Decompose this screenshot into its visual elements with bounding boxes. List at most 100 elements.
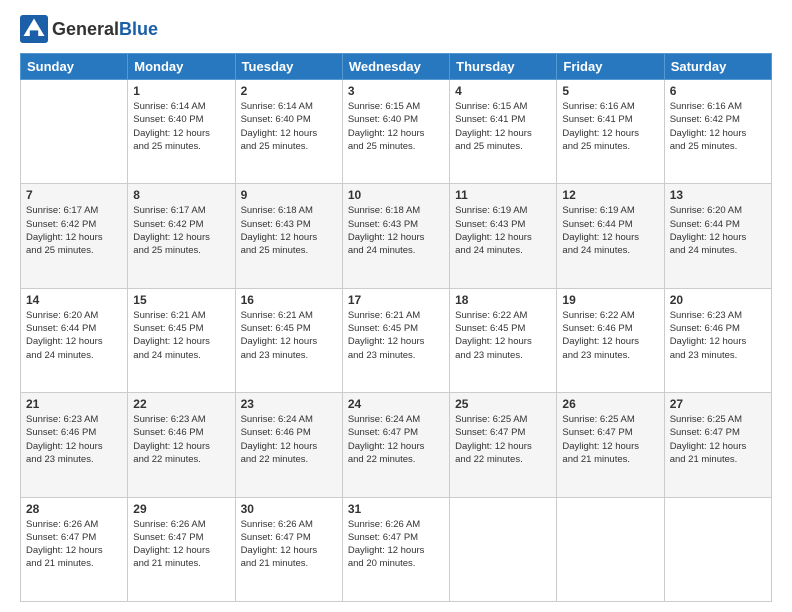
day-number: 22 <box>133 397 229 411</box>
calendar-cell: 16 Sunrise: 6:21 AM Sunset: 6:45 PM Dayli… <box>235 288 342 392</box>
calendar-cell: 29 Sunrise: 6:26 AM Sunset: 6:47 PM Dayli… <box>128 497 235 601</box>
week-row-3: 21 Sunrise: 6:23 AM Sunset: 6:46 PM Dayli… <box>21 393 772 497</box>
day-info: Sunrise: 6:23 AM Sunset: 6:46 PM Dayligh… <box>26 413 122 466</box>
day-info: Sunrise: 6:26 AM Sunset: 6:47 PM Dayligh… <box>241 518 337 571</box>
day-info: Sunrise: 6:26 AM Sunset: 6:47 PM Dayligh… <box>348 518 444 571</box>
header-day-wednesday: Wednesday <box>342 54 449 80</box>
logo: GeneralBlue <box>20 15 158 43</box>
calendar-cell: 30 Sunrise: 6:26 AM Sunset: 6:47 PM Dayli… <box>235 497 342 601</box>
day-number: 11 <box>455 188 551 202</box>
header-day-saturday: Saturday <box>664 54 771 80</box>
day-number: 9 <box>241 188 337 202</box>
week-row-4: 28 Sunrise: 6:26 AM Sunset: 6:47 PM Dayli… <box>21 497 772 601</box>
day-number: 13 <box>670 188 766 202</box>
calendar-cell: 27 Sunrise: 6:25 AM Sunset: 6:47 PM Dayli… <box>664 393 771 497</box>
day-number: 24 <box>348 397 444 411</box>
day-number: 2 <box>241 84 337 98</box>
calendar-cell: 24 Sunrise: 6:24 AM Sunset: 6:47 PM Dayli… <box>342 393 449 497</box>
page: GeneralBlue SundayMondayTuesdayWednesday… <box>0 0 792 612</box>
day-info: Sunrise: 6:14 AM Sunset: 6:40 PM Dayligh… <box>133 100 229 153</box>
day-info: Sunrise: 6:20 AM Sunset: 6:44 PM Dayligh… <box>670 204 766 257</box>
header-day-thursday: Thursday <box>450 54 557 80</box>
day-info: Sunrise: 6:19 AM Sunset: 6:44 PM Dayligh… <box>562 204 658 257</box>
day-info: Sunrise: 6:26 AM Sunset: 6:47 PM Dayligh… <box>26 518 122 571</box>
calendar-cell: 1 Sunrise: 6:14 AM Sunset: 6:40 PM Daylig… <box>128 80 235 184</box>
day-info: Sunrise: 6:17 AM Sunset: 6:42 PM Dayligh… <box>26 204 122 257</box>
day-number: 29 <box>133 502 229 516</box>
day-info: Sunrise: 6:15 AM Sunset: 6:41 PM Dayligh… <box>455 100 551 153</box>
day-number: 27 <box>670 397 766 411</box>
day-info: Sunrise: 6:16 AM Sunset: 6:41 PM Dayligh… <box>562 100 658 153</box>
calendar-cell: 10Sunrise: 6:18 AM Sunset: 6:43 PM Dayli… <box>342 184 449 288</box>
day-info: Sunrise: 6:20 AM Sunset: 6:44 PM Dayligh… <box>26 309 122 362</box>
day-info: Sunrise: 6:18 AM Sunset: 6:43 PM Dayligh… <box>348 204 444 257</box>
calendar-cell: 6 Sunrise: 6:16 AM Sunset: 6:42 PM Daylig… <box>664 80 771 184</box>
day-number: 5 <box>562 84 658 98</box>
calendar-cell: 19 Sunrise: 6:22 AM Sunset: 6:46 PM Dayli… <box>557 288 664 392</box>
calendar-cell: 5 Sunrise: 6:16 AM Sunset: 6:41 PM Daylig… <box>557 80 664 184</box>
day-number: 20 <box>670 293 766 307</box>
calendar-cell: 4 Sunrise: 6:15 AM Sunset: 6:41 PM Daylig… <box>450 80 557 184</box>
day-number: 15 <box>133 293 229 307</box>
calendar-cell: 26 Sunrise: 6:25 AM Sunset: 6:47 PM Dayli… <box>557 393 664 497</box>
calendar-body: 1 Sunrise: 6:14 AM Sunset: 6:40 PM Daylig… <box>21 80 772 602</box>
calendar-cell: 8 Sunrise: 6:17 AM Sunset: 6:42 PM Daylig… <box>128 184 235 288</box>
day-number: 8 <box>133 188 229 202</box>
calendar-cell: 9Sunrise: 6:18 AM Sunset: 6:43 PM Daylig… <box>235 184 342 288</box>
day-info: Sunrise: 6:14 AM Sunset: 6:40 PM Dayligh… <box>241 100 337 153</box>
day-info: Sunrise: 6:25 AM Sunset: 6:47 PM Dayligh… <box>455 413 551 466</box>
header-row: SundayMondayTuesdayWednesdayThursdayFrid… <box>21 54 772 80</box>
calendar-cell: 13 Sunrise: 6:20 AM Sunset: 6:44 PM Dayli… <box>664 184 771 288</box>
calendar-cell: 23Sunrise: 6:24 AM Sunset: 6:46 PM Dayli… <box>235 393 342 497</box>
day-info: Sunrise: 6:21 AM Sunset: 6:45 PM Dayligh… <box>348 309 444 362</box>
calendar-cell: 11Sunrise: 6:19 AM Sunset: 6:43 PM Dayli… <box>450 184 557 288</box>
day-number: 4 <box>455 84 551 98</box>
header-day-tuesday: Tuesday <box>235 54 342 80</box>
calendar-cell: 12Sunrise: 6:19 AM Sunset: 6:44 PM Dayli… <box>557 184 664 288</box>
day-number: 3 <box>348 84 444 98</box>
calendar: SundayMondayTuesdayWednesdayThursdayFrid… <box>20 53 772 602</box>
day-info: Sunrise: 6:26 AM Sunset: 6:47 PM Dayligh… <box>133 518 229 571</box>
header: GeneralBlue <box>20 15 772 43</box>
day-number: 16 <box>241 293 337 307</box>
day-info: Sunrise: 6:16 AM Sunset: 6:42 PM Dayligh… <box>670 100 766 153</box>
day-info: Sunrise: 6:24 AM Sunset: 6:47 PM Dayligh… <box>348 413 444 466</box>
calendar-cell <box>557 497 664 601</box>
logo-general: GeneralBlue <box>52 19 158 40</box>
calendar-cell: 15 Sunrise: 6:21 AM Sunset: 6:45 PM Dayli… <box>128 288 235 392</box>
day-number: 6 <box>670 84 766 98</box>
calendar-cell: 20Sunrise: 6:23 AM Sunset: 6:46 PM Dayli… <box>664 288 771 392</box>
day-info: Sunrise: 6:22 AM Sunset: 6:45 PM Dayligh… <box>455 309 551 362</box>
calendar-cell: 14Sunrise: 6:20 AM Sunset: 6:44 PM Dayli… <box>21 288 128 392</box>
header-day-monday: Monday <box>128 54 235 80</box>
day-info: Sunrise: 6:21 AM Sunset: 6:45 PM Dayligh… <box>241 309 337 362</box>
calendar-header: SundayMondayTuesdayWednesdayThursdayFrid… <box>21 54 772 80</box>
calendar-cell: 28 Sunrise: 6:26 AM Sunset: 6:47 PM Dayli… <box>21 497 128 601</box>
day-info: Sunrise: 6:17 AM Sunset: 6:42 PM Dayligh… <box>133 204 229 257</box>
calendar-cell: 22Sunrise: 6:23 AM Sunset: 6:46 PM Dayli… <box>128 393 235 497</box>
calendar-cell: 3Sunrise: 6:15 AM Sunset: 6:40 PM Daylig… <box>342 80 449 184</box>
day-number: 19 <box>562 293 658 307</box>
calendar-cell <box>664 497 771 601</box>
day-number: 30 <box>241 502 337 516</box>
logo-icon <box>20 15 48 43</box>
day-number: 7 <box>26 188 122 202</box>
day-number: 17 <box>348 293 444 307</box>
day-info: Sunrise: 6:25 AM Sunset: 6:47 PM Dayligh… <box>562 413 658 466</box>
day-number: 25 <box>455 397 551 411</box>
day-number: 31 <box>348 502 444 516</box>
day-number: 1 <box>133 84 229 98</box>
calendar-cell: 7 Sunrise: 6:17 AM Sunset: 6:42 PM Daylig… <box>21 184 128 288</box>
week-row-0: 1 Sunrise: 6:14 AM Sunset: 6:40 PM Daylig… <box>21 80 772 184</box>
header-day-sunday: Sunday <box>21 54 128 80</box>
day-info: Sunrise: 6:22 AM Sunset: 6:46 PM Dayligh… <box>562 309 658 362</box>
calendar-cell: 17 Sunrise: 6:21 AM Sunset: 6:45 PM Dayli… <box>342 288 449 392</box>
day-info: Sunrise: 6:25 AM Sunset: 6:47 PM Dayligh… <box>670 413 766 466</box>
day-number: 21 <box>26 397 122 411</box>
day-number: 26 <box>562 397 658 411</box>
calendar-cell: 25 Sunrise: 6:25 AM Sunset: 6:47 PM Dayli… <box>450 393 557 497</box>
day-number: 28 <box>26 502 122 516</box>
calendar-cell <box>450 497 557 601</box>
day-info: Sunrise: 6:21 AM Sunset: 6:45 PM Dayligh… <box>133 309 229 362</box>
week-row-2: 14Sunrise: 6:20 AM Sunset: 6:44 PM Dayli… <box>21 288 772 392</box>
